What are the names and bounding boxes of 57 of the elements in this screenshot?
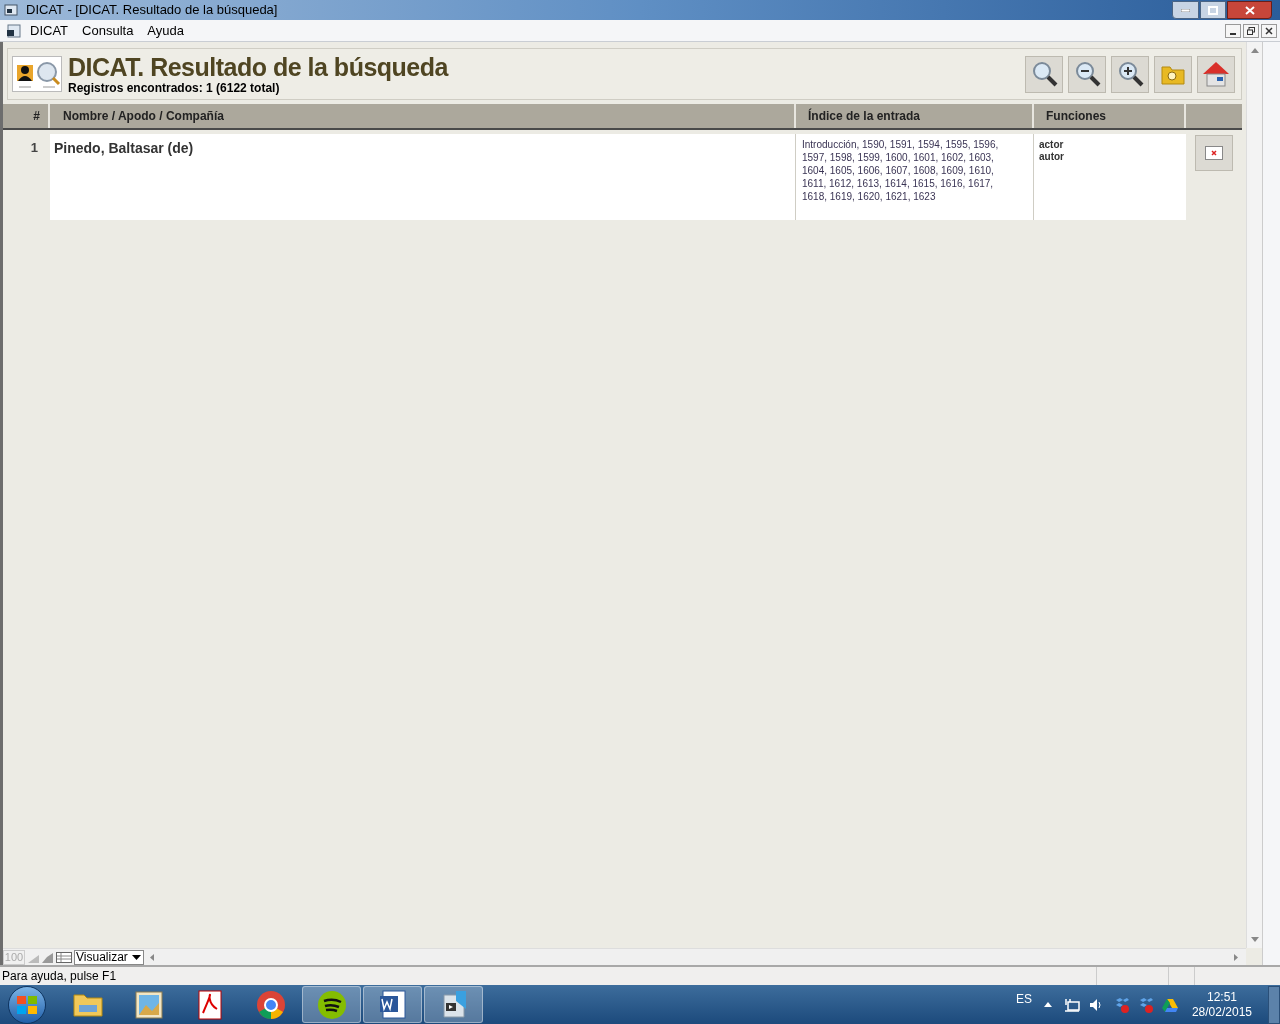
triangle-logo-icon[interactable] bbox=[1161, 997, 1178, 1012]
scroll-up-icon bbox=[1250, 48, 1259, 53]
clock-time[interactable]: 12:51 bbox=[1206, 989, 1237, 1005]
scroll-left-icon[interactable] bbox=[148, 952, 156, 962]
table-icon[interactable] bbox=[56, 950, 72, 964]
minimize-icon bbox=[1230, 32, 1236, 35]
document-icon bbox=[6, 23, 22, 38]
view-dropdown[interactable]: Visualizar bbox=[74, 949, 144, 965]
results-count: Registros encontrados: 1 (6122 total) bbox=[68, 81, 281, 95]
taskbar-app-button[interactable] bbox=[302, 986, 361, 1023]
close-button[interactable] bbox=[1227, 1, 1272, 19]
scroll-down-icon bbox=[1250, 937, 1259, 942]
taskbar-app-button[interactable] bbox=[363, 986, 422, 1023]
vertical-scrollbar[interactable] bbox=[1246, 42, 1262, 948]
close-icon bbox=[1265, 26, 1273, 35]
person-search-icon bbox=[12, 56, 62, 92]
index-cell: Introducción, 1590, 1591, 1594, 1595, 1596, 1597, 1598, 1599, 1600, 1601, 1602, 1603, 1604, 1605, 1606, 1607, 1608, 1609, 1610, 1611, 1612, 1613, 1614, 1615, 1616, 1617, 1618, 1619, 1620, 1621, 1623 bbox=[796, 134, 1034, 220]
menu-item[interactable]: DICAT bbox=[30, 20, 69, 41]
zoom-in-button[interactable] bbox=[1111, 55, 1149, 93]
row-number: 1 bbox=[29, 139, 39, 157]
delete-icon bbox=[1205, 146, 1223, 160]
speaker-icon[interactable] bbox=[1088, 997, 1103, 1012]
close-button[interactable] bbox=[1261, 23, 1277, 38]
close-icon bbox=[1244, 5, 1255, 15]
network-icon[interactable] bbox=[1063, 997, 1080, 1012]
name-cell: Pinedo, Baltasar (de) bbox=[50, 134, 796, 220]
menu-item[interactable]: Ayuda bbox=[147, 20, 184, 41]
search-button[interactable] bbox=[1025, 55, 1063, 93]
page-title: DICAT. Resultado de la búsqueda bbox=[68, 53, 448, 81]
home-icon bbox=[1201, 59, 1231, 89]
window-title: DICAT - [DICAT. Resultado de la búsqueda] bbox=[26, 1, 278, 20]
menu-item[interactable]: Consulta bbox=[82, 20, 134, 41]
column-header[interactable]: Funciones bbox=[1034, 104, 1186, 128]
start-button[interactable] bbox=[8, 985, 46, 1024]
clock-date[interactable]: 28/02/2015 bbox=[1191, 1004, 1252, 1020]
status-text: Para ayuda, pulse F1 bbox=[2, 968, 117, 985]
minimize-button[interactable] bbox=[1225, 23, 1241, 38]
app-icon bbox=[4, 3, 18, 17]
column-header[interactable]: Índice de la entrada bbox=[796, 104, 1034, 128]
maximize-icon bbox=[1208, 5, 1218, 15]
restore-button[interactable] bbox=[1243, 23, 1259, 38]
caret-icon bbox=[132, 954, 141, 960]
minimize-icon bbox=[1181, 8, 1190, 12]
column-header[interactable]: Nombre / Apodo / Compañía bbox=[50, 104, 796, 128]
taskbar-app-button[interactable] bbox=[424, 986, 483, 1023]
language-indicator[interactable]: ES bbox=[1015, 989, 1032, 1008]
function-label: autor bbox=[1039, 151, 1065, 163]
zoom-out-button[interactable] bbox=[1068, 55, 1106, 93]
scroll-right-icon[interactable] bbox=[1232, 952, 1240, 962]
show-hidden-icons-icon[interactable] bbox=[1043, 1002, 1052, 1007]
function-label: actor bbox=[1039, 139, 1065, 151]
column-header[interactable]: # bbox=[3, 104, 50, 128]
home-button[interactable] bbox=[1197, 55, 1235, 93]
restore-icon bbox=[1247, 26, 1255, 35]
delete-button[interactable] bbox=[1195, 135, 1233, 171]
windows-logo-icon bbox=[17, 995, 37, 1014]
maximize-button[interactable] bbox=[1200, 1, 1226, 19]
